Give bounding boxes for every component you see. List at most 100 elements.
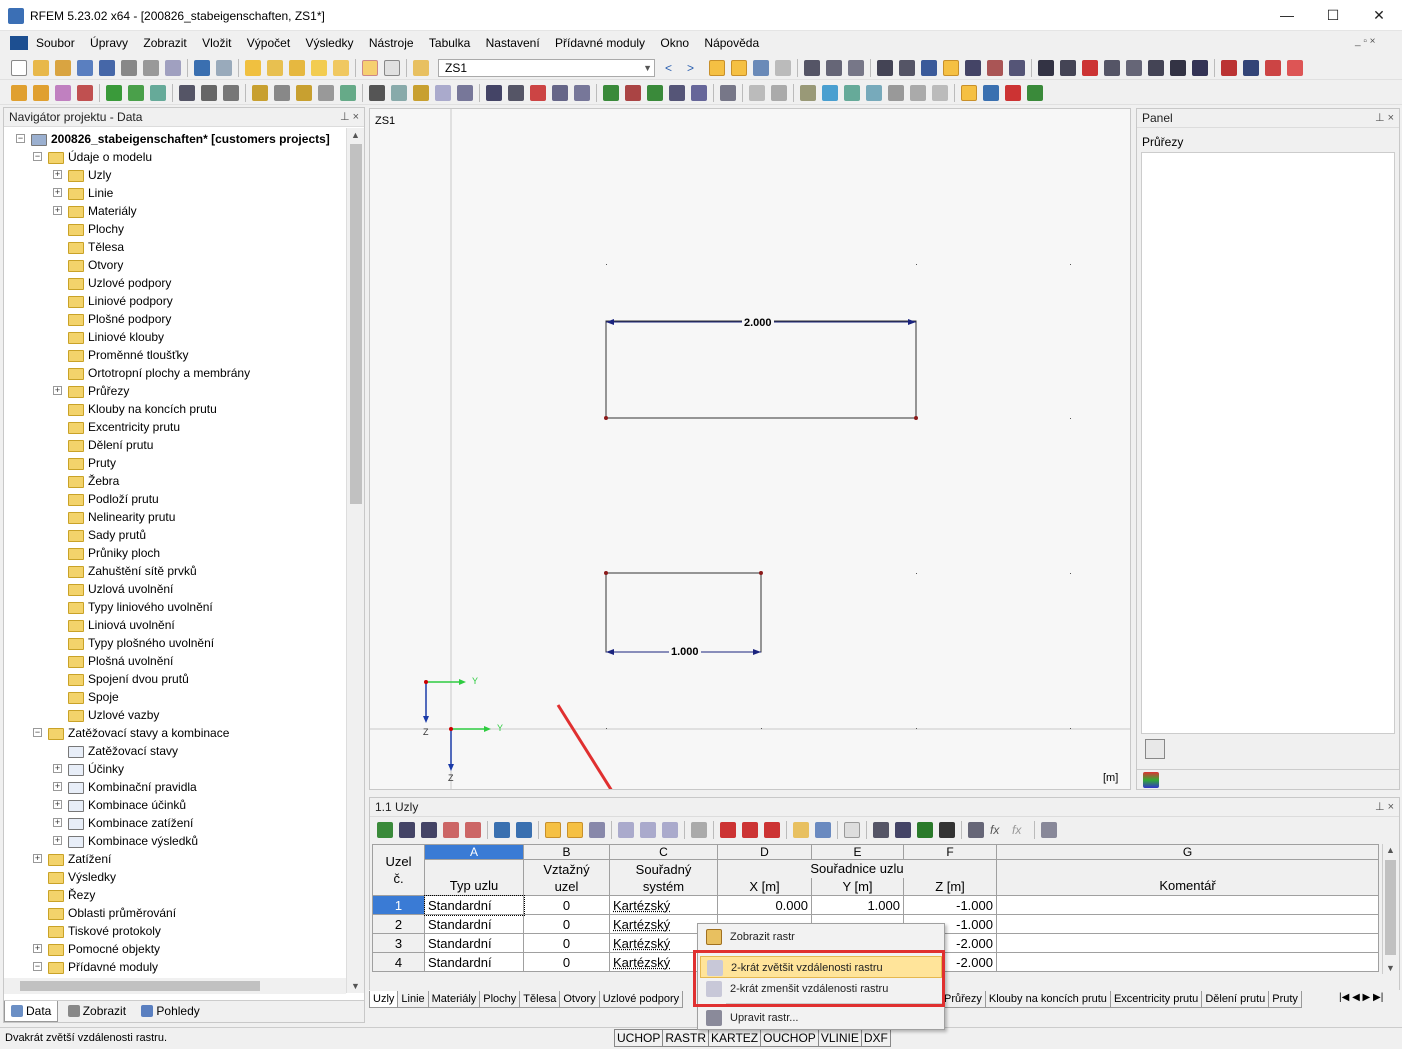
- tree-model-item[interactable]: Plošné podpory: [68, 310, 171, 328]
- table-next-icon[interactable]: [516, 822, 532, 838]
- table-export-icon[interactable]: [917, 822, 933, 838]
- deform-icon[interactable]: [530, 85, 546, 101]
- tab-zobrazit[interactable]: Zobrazit: [62, 1001, 132, 1021]
- cell-comment[interactable]: [996, 895, 1379, 915]
- next-icon[interactable]: >: [687, 60, 703, 76]
- collapse-icon[interactable]: −: [16, 134, 25, 143]
- table-cut3-icon[interactable]: [764, 822, 780, 838]
- select-icon[interactable]: [311, 60, 327, 76]
- tree-model-item[interactable]: Plošná uvolnění: [68, 652, 173, 670]
- cube-icon[interactable]: [552, 85, 568, 101]
- tree-model-item[interactable]: Průniky ploch: [68, 544, 160, 562]
- view3d-icon[interactable]: [965, 60, 981, 76]
- loads-display-icon[interactable]: [603, 85, 619, 101]
- tree-model-item[interactable]: Liniové podpory: [68, 292, 173, 310]
- node-icon[interactable]: [11, 85, 27, 101]
- expand-icon[interactable]: +: [53, 800, 62, 809]
- table-select-icon[interactable]: [567, 822, 583, 838]
- load-icon[interactable]: [106, 85, 122, 101]
- tree-model-item[interactable]: + Materiály: [53, 202, 137, 220]
- table-sort2-icon[interactable]: [640, 822, 656, 838]
- tree-load-item[interactable]: + Kombinace účinků: [53, 796, 186, 814]
- cell-comment[interactable]: [996, 933, 1379, 953]
- tab-1[interactable]: Linie: [397, 991, 429, 1008]
- edit-icon[interactable]: [245, 60, 261, 76]
- table-scroll-thumb[interactable]: [1385, 860, 1396, 955]
- col-g[interactable]: G: [996, 844, 1379, 860]
- tree-model-item[interactable]: + Uzly: [53, 166, 111, 184]
- settings-icon[interactable]: [1192, 60, 1208, 76]
- check-icon[interactable]: [457, 85, 473, 101]
- panel-settings-icon[interactable]: [1145, 739, 1165, 759]
- tree-model-item[interactable]: Uzlové vazby: [68, 706, 159, 724]
- tree-top-item[interactable]: − Přídavné moduly: [33, 958, 158, 976]
- expand-icon[interactable]: +: [53, 386, 62, 395]
- calc-icon[interactable]: [486, 85, 502, 101]
- table-clear-icon[interactable]: [443, 822, 459, 838]
- tree-load-item[interactable]: + Kombinace zatížení: [53, 814, 193, 832]
- table-view-icon[interactable]: [362, 60, 378, 76]
- connect-icon[interactable]: [391, 85, 407, 101]
- tree-model-item[interactable]: Proměnné tloušťky: [68, 346, 189, 364]
- tab-5[interactable]: Otvory: [559, 991, 600, 1008]
- cell-typ[interactable]: Standardní: [424, 952, 524, 972]
- cell-comment[interactable]: [996, 952, 1379, 972]
- status-toggle-uchop[interactable]: UCHOP: [614, 1029, 664, 1047]
- tree-model-item[interactable]: Klouby na koncích prutu: [68, 400, 217, 418]
- solid-icon[interactable]: [1126, 60, 1142, 76]
- supports-display-icon[interactable]: [625, 85, 641, 101]
- tree-model-item[interactable]: Podloží prutu: [68, 490, 159, 508]
- table-import-icon[interactable]: [939, 822, 955, 838]
- expand-icon[interactable]: +: [53, 818, 62, 827]
- status-toggle-ouchop[interactable]: OUCHOP: [760, 1029, 819, 1047]
- divide-icon[interactable]: [369, 85, 385, 101]
- fx-icon[interactable]: fx: [990, 822, 1006, 838]
- cell-typ[interactable]: Standardní: [424, 933, 524, 953]
- acrobat-icon[interactable]: [1265, 60, 1281, 76]
- expand-icon[interactable]: +: [53, 764, 62, 773]
- table2-icon[interactable]: [932, 85, 948, 101]
- tab-10[interactable]: Dělení prutu: [1201, 991, 1270, 1008]
- table-graph-icon[interactable]: [895, 822, 911, 838]
- cell-x[interactable]: 0.000: [717, 895, 812, 915]
- expand-icon[interactable]: +: [33, 944, 42, 953]
- tab-6[interactable]: Uzlové podpory: [598, 991, 684, 1008]
- table-delete-icon[interactable]: [421, 822, 437, 838]
- view-icon[interactable]: [753, 60, 769, 76]
- save-all-icon[interactable]: [77, 60, 93, 76]
- col-f[interactable]: F: [903, 844, 997, 860]
- open-icon[interactable]: [33, 60, 49, 76]
- print-graphic-icon[interactable]: [143, 60, 159, 76]
- cell-ref[interactable]: 0: [523, 952, 610, 972]
- copy-icon[interactable]: [333, 60, 349, 76]
- tree-top-item[interactable]: Tiskové protokoly: [48, 922, 161, 940]
- expand-icon[interactable]: +: [53, 206, 62, 215]
- menu-item-show-grid[interactable]: Zobrazit rastr: [700, 926, 942, 948]
- frame-icon[interactable]: [574, 85, 590, 101]
- cell-y[interactable]: 1.000: [811, 895, 904, 915]
- table-cut2-icon[interactable]: [742, 822, 758, 838]
- combination-icon[interactable]: [128, 85, 144, 101]
- move-icon[interactable]: [921, 60, 937, 76]
- prev-icon[interactable]: <: [665, 60, 681, 76]
- table-scroll-down-icon[interactable]: ▼: [1386, 963, 1395, 973]
- expand-icon[interactable]: +: [53, 782, 62, 791]
- menu-nastaveni[interactable]: Nastavení: [486, 33, 540, 53]
- table-text-icon[interactable]: [968, 822, 984, 838]
- cell-ref[interactable]: 0: [523, 895, 610, 915]
- rotate-icon[interactable]: [1038, 60, 1054, 76]
- collapse-icon[interactable]: −: [33, 962, 42, 971]
- export-icon[interactable]: [1221, 60, 1237, 76]
- perspective-icon[interactable]: [1060, 60, 1076, 76]
- grid-view-icon[interactable]: [384, 60, 400, 76]
- table-refresh-icon[interactable]: [589, 822, 605, 838]
- line-icon[interactable]: [33, 85, 49, 101]
- tree-load-item[interactable]: Zatěžovací stavy: [68, 742, 178, 760]
- close-button[interactable]: ✕: [1356, 0, 1402, 30]
- minimize-button[interactable]: —: [1264, 0, 1310, 30]
- table-sort-icon[interactable]: [618, 822, 634, 838]
- table-row[interactable]: 1 Standardní 0 Kartézský 0.000 1.000 -1.000: [372, 894, 1379, 916]
- graphics-viewport[interactable]: ZS1 2.000 1.000 Y Z Y Z [m]: [369, 108, 1131, 790]
- dimension-icon[interactable]: [201, 85, 217, 101]
- tree-model-item[interactable]: + Průřezy: [53, 382, 129, 400]
